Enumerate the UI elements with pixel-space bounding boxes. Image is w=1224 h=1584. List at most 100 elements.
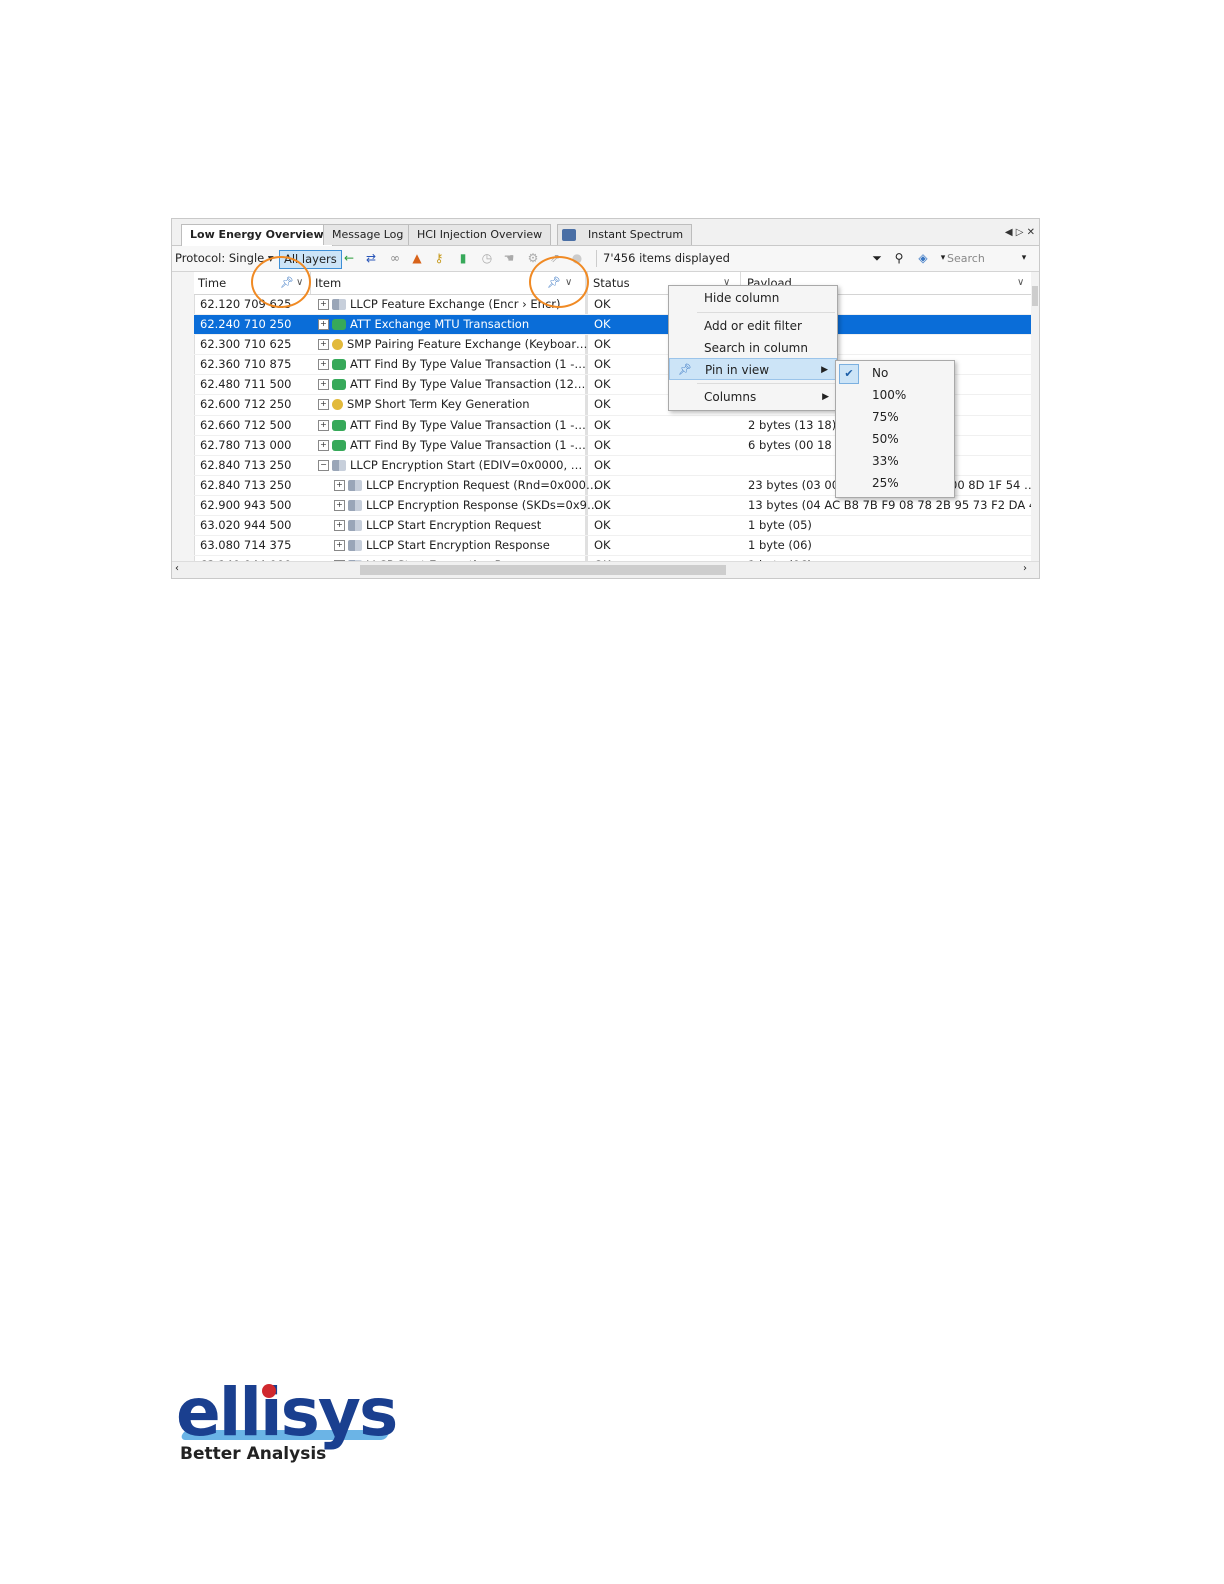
grid-header: Time 📌︎ ∨ Item 📌︎ ∨ Status ∨ Payload ∨ — [194, 272, 1031, 295]
checkmark-icon: ✔ — [839, 364, 859, 384]
expand-icon[interactable]: + — [318, 319, 329, 331]
expand-icon[interactable]: + — [318, 419, 329, 431]
vertical-scrollbar[interactable] — [1031, 272, 1039, 564]
cell-item-label: SMP Short Term Key Generation — [347, 397, 530, 412]
expand-icon[interactable]: + — [334, 540, 345, 552]
menu-item-hide-column[interactable]: Hide column — [669, 287, 837, 309]
cell-time: 62.840 713 250 — [200, 477, 292, 492]
expand-icon[interactable]: + — [334, 499, 345, 511]
submenu-item-25[interactable]: 25% — [836, 472, 954, 494]
cell-item: + ATT Find By Type Value Transaction (1 -… — [318, 355, 588, 374]
cell-item: + ATT Find By Type Value Transaction (1 -… — [318, 436, 588, 455]
column-time-label: Time — [198, 276, 227, 290]
scroll-left-icon[interactable]: ‹ — [175, 563, 179, 574]
cell-item: + LLCP Start Encryption Request — [318, 516, 604, 535]
llcp-packet-icon — [332, 459, 346, 471]
cell-item-label: ATT Find By Type Value Transaction (1 - … — [350, 357, 588, 372]
horizontal-scroll-thumb[interactable] — [360, 565, 726, 575]
menu-item-search-in-column[interactable]: Search in column — [669, 337, 837, 359]
column-context-menu: Hide column Add or edit filter Search in… — [668, 285, 838, 411]
submenu-item-50[interactable]: 50% — [836, 428, 954, 450]
back-arrow-icon[interactable]: ← — [340, 249, 358, 267]
tab-message-log[interactable]: Message Log — [323, 224, 413, 245]
swap-arrows-icon[interactable]: ⇄ — [362, 249, 380, 267]
highlight-icon[interactable]: ◈ — [914, 249, 932, 267]
att-filter-icon[interactable]: ▮ — [454, 249, 472, 267]
expand-icon[interactable]: + — [334, 479, 345, 491]
expand-icon[interactable]: + — [318, 399, 329, 411]
cell-item: + ATT Find By Type Value Transaction (1 -… — [318, 416, 588, 435]
llcp-packet-icon — [332, 299, 346, 310]
expand-icon[interactable]: + — [318, 439, 329, 451]
filter-icon[interactable]: ⏷ — [868, 249, 886, 267]
tab-strip: Low Energy Overview Message Log HCI Inje… — [172, 219, 1039, 246]
submenu-item-100[interactable]: 100% — [836, 384, 954, 406]
att-packet-icon — [332, 439, 346, 451]
tab-scroll-arrows-icon[interactable]: ◀ ▷ ✕ — [1005, 227, 1035, 238]
cell-status: OK — [594, 518, 611, 533]
vertical-scroll-thumb[interactable] — [1032, 286, 1038, 306]
menu-item-columns[interactable]: Columns ▶ — [669, 386, 837, 408]
cell-status: OK — [594, 437, 611, 452]
table-row[interactable]: 62.120 709 625 + LLCP Feature Exchange (En… — [194, 295, 1031, 316]
submenu-item-33[interactable]: 33% — [836, 450, 954, 472]
cell-time: 62.840 713 250 — [200, 457, 292, 472]
table-row[interactable]: 62.240 710 250 + ATT Exchange MTU Transact… — [194, 315, 1031, 336]
search-dropdown-icon[interactable]: ▾ — [1015, 249, 1033, 267]
menu-separator — [697, 312, 835, 313]
table-row[interactable]: 63.020 944 500 + LLCP Start Encryption Req… — [194, 516, 1031, 537]
pin-icon: 📌︎ — [678, 363, 692, 376]
expand-icon[interactable]: + — [334, 520, 345, 532]
cell-time: 62.600 712 250 — [200, 397, 292, 412]
table-row[interactable]: 62.900 943 500 + LLCP Encryption Response … — [194, 496, 1039, 517]
tab-instant-spectrum[interactable]: Instant Spectrum — [557, 224, 693, 245]
cell-item-label: LLCP Encryption Request (Rnd=0x000000… — [366, 477, 604, 492]
menu-separator — [697, 383, 835, 384]
att-packet-icon — [332, 379, 346, 391]
menu-item-pin-in-view[interactable]: 📌︎ Pin in view ▶ — [669, 358, 837, 380]
expand-icon[interactable]: + — [318, 379, 329, 391]
collapse-icon[interactable]: − — [318, 459, 329, 471]
cake-icon[interactable]: ▲ — [408, 249, 426, 267]
cell-item: + SMP Pairing Feature Exchange (Keyboard … — [318, 335, 588, 354]
cell-time: 63.080 714 375 — [200, 538, 292, 553]
scroll-right-icon[interactable]: › — [1023, 563, 1027, 574]
ellisys-logo: ellisys Better Analysis — [176, 1378, 406, 1478]
submenu-arrow-icon: ▶ — [821, 365, 828, 375]
link-icon[interactable]: ∞ — [386, 249, 404, 267]
cell-status: OK — [594, 497, 611, 512]
cell-time: 62.900 943 500 — [200, 497, 292, 512]
cell-time: 62.480 711 500 — [200, 377, 292, 392]
cell-item-label: ATT Exchange MTU Transaction — [350, 317, 530, 332]
search-input[interactable]: Search — [947, 250, 1015, 267]
cell-item-label: SMP Pairing Feature Exchange (Keyboard D… — [347, 337, 588, 352]
cell-item-label: LLCP Feature Exchange (Encr › Encr) — [350, 297, 561, 311]
chevron-down-icon[interactable]: ∨ — [1017, 272, 1024, 294]
tab-low-energy-overview[interactable]: Low Energy Overview — [181, 224, 333, 246]
submenu-item-75[interactable]: 75% — [836, 406, 954, 428]
tab-instant-spectrum-label: Instant Spectrum — [588, 228, 684, 241]
logo-wordmark: ellisys — [176, 1374, 398, 1451]
submenu-item-no[interactable]: ✔ No — [836, 362, 954, 384]
menu-item-add-edit-filter[interactable]: Add or edit filter — [669, 315, 837, 337]
hand-icon[interactable]: ☚ — [500, 249, 518, 267]
tab-hci-injection-overview[interactable]: HCI Injection Overview — [408, 224, 552, 245]
expand-icon[interactable]: + — [318, 339, 329, 351]
expand-icon[interactable]: + — [318, 299, 329, 310]
cell-status: OK — [594, 457, 611, 472]
clock-icon[interactable]: ◷ — [478, 249, 496, 267]
table-row[interactable]: 63.080 714 375 + LLCP Start Encryption Res… — [194, 536, 1031, 557]
cell-time: 62.300 710 625 — [200, 337, 292, 352]
row-gutter — [172, 272, 195, 564]
cell-item-label: ATT Find By Type Value Transaction (1 - … — [350, 437, 588, 452]
cell-item: + LLCP Start Encryption Response — [318, 536, 604, 555]
key-icon[interactable]: ⚷ — [430, 249, 448, 267]
att-packet-icon — [332, 319, 346, 331]
expand-icon[interactable]: + — [318, 359, 329, 371]
table-row[interactable]: 62.300 710 625 + SMP Pairing Feature Excha… — [194, 335, 1031, 356]
cell-status: OK — [594, 417, 611, 432]
horizontal-scrollbar[interactable]: ‹ › — [172, 561, 1039, 578]
search-icon[interactable]: ⚲ — [890, 249, 908, 267]
att-packet-icon — [332, 359, 346, 371]
cell-item-label: LLCP Encryption Response (SKDs=0x952B… — [366, 497, 604, 512]
